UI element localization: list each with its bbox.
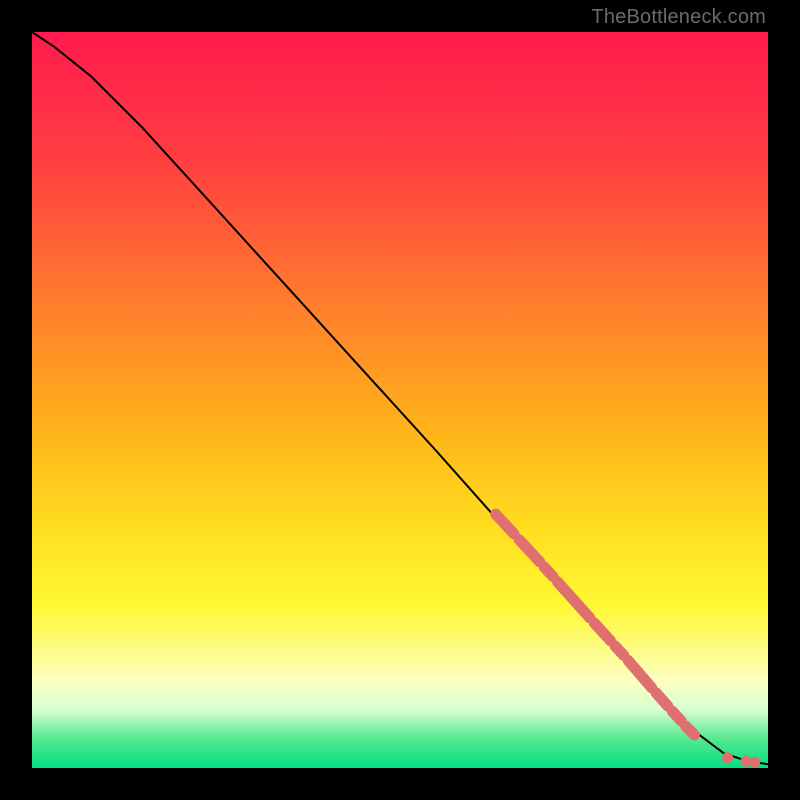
marker-segment bbox=[558, 582, 590, 618]
marker-segment bbox=[594, 623, 610, 641]
marker-segment bbox=[686, 726, 695, 735]
marker-segment bbox=[496, 514, 514, 534]
marker-segment bbox=[615, 646, 624, 656]
marker-dot bbox=[749, 757, 760, 768]
marker-segment bbox=[656, 693, 668, 706]
main-curve bbox=[32, 32, 768, 764]
marker-segment bbox=[544, 567, 553, 577]
marker-segment bbox=[672, 711, 681, 721]
chart-frame: TheBottleneck.com bbox=[0, 0, 800, 800]
marker-segments bbox=[496, 514, 695, 735]
marker-dot bbox=[722, 752, 733, 763]
curve-layer bbox=[32, 32, 768, 768]
marker-dots bbox=[722, 752, 760, 767]
marker-segment bbox=[628, 661, 652, 688]
watermark-text: TheBottleneck.com bbox=[591, 6, 766, 29]
marker-segment bbox=[519, 540, 540, 562]
plot-area bbox=[32, 32, 768, 768]
